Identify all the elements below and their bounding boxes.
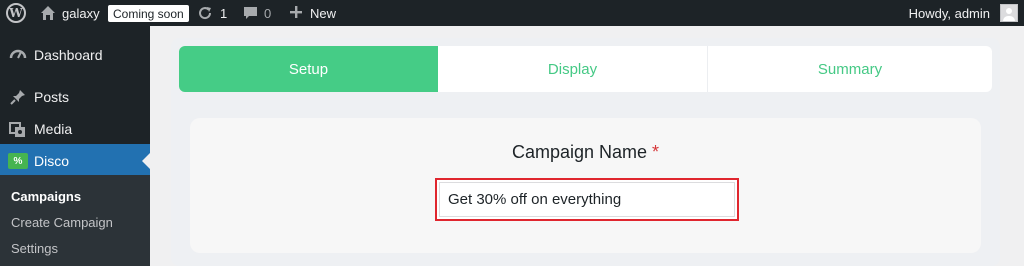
disco-submenu: Campaigns Create Campaign Settings [0, 175, 150, 266]
new-content-link[interactable]: New [310, 0, 336, 26]
submenu-item-campaigns[interactable]: Campaigns [11, 189, 81, 204]
avatar[interactable] [1000, 4, 1018, 22]
campaign-name-input[interactable] [439, 182, 735, 217]
admin-bar: W galaxy Coming soon 1 0 New Howdy, admi… [0, 0, 1024, 26]
field-label-text: Campaign Name [511, 142, 648, 162]
campaign-name-label: Campaign Name * [190, 142, 981, 163]
dashboard-icon [8, 45, 28, 65]
submenu-item-settings[interactable]: Settings [11, 241, 58, 256]
sidebar-item-label: Posts [34, 89, 70, 105]
required-marker: * [652, 142, 660, 162]
sidebar-item-disco[interactable]: % Disco [0, 144, 150, 178]
sidebar-item-media[interactable]: Media [0, 112, 150, 146]
tab-display[interactable]: Display [438, 46, 708, 92]
tab-summary[interactable]: Summary [708, 46, 992, 92]
updates-count[interactable]: 1 [220, 0, 227, 26]
sidebar-item-dashboard[interactable]: Dashboard [0, 38, 150, 72]
comments-icon[interactable] [243, 6, 258, 20]
comments-count[interactable]: 0 [264, 0, 271, 26]
coming-soon-badge[interactable]: Coming soon [108, 5, 189, 22]
disco-icon: % [8, 151, 28, 171]
tab-setup[interactable]: Setup [179, 46, 438, 92]
wordpress-logo-icon[interactable]: W [6, 3, 26, 23]
howdy-user-link[interactable]: Howdy, admin [909, 0, 990, 26]
media-icon [8, 119, 28, 139]
pin-icon [8, 87, 28, 107]
plus-icon[interactable] [289, 5, 303, 19]
sidebar-item-label: Dashboard [34, 47, 103, 63]
submenu-item-create-campaign[interactable]: Create Campaign [11, 215, 113, 230]
updates-icon[interactable] [197, 5, 213, 21]
wizard-tabs: Setup Display Summary [179, 46, 992, 92]
sidebar-item-label: Disco [34, 153, 70, 169]
admin-sidebar: Dashboard Posts Media % Disco Campaigns … [0, 26, 150, 266]
site-name-link[interactable]: galaxy [62, 0, 100, 26]
sidebar-item-posts[interactable]: Posts [0, 80, 150, 114]
sidebar-item-label: Media [34, 121, 73, 137]
home-icon[interactable] [40, 5, 56, 21]
